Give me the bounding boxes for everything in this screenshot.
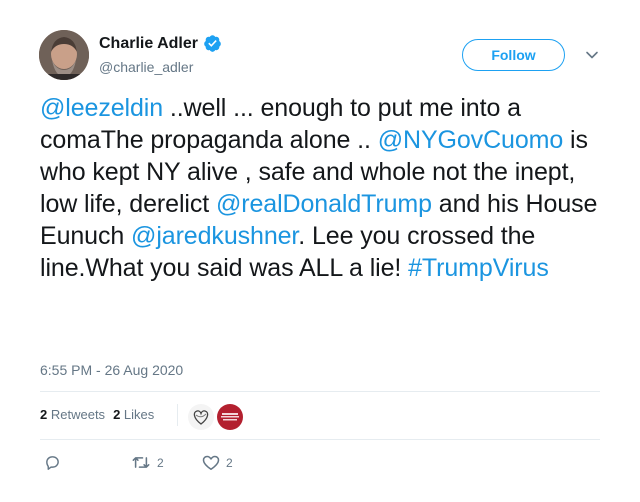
tweet-card: Charlie Adler @charlie_adler Follow @lee…: [0, 0, 640, 502]
likes-count: 2: [113, 407, 121, 422]
user-name[interactable]: Charlie Adler: [99, 35, 198, 53]
tweet-text: @leezeldin ..well ... enough to put me i…: [40, 92, 610, 284]
divider: [177, 404, 178, 426]
like-button[interactable]: 2: [202, 454, 233, 471]
divider: [40, 391, 600, 392]
timestamp[interactable]: 6:55 PM - 26 Aug 2020: [40, 362, 183, 378]
reply-icon: [44, 454, 61, 471]
chevron-down-icon[interactable]: [584, 47, 600, 63]
user-handle[interactable]: @charlie_adler: [99, 59, 193, 75]
avatar[interactable]: [39, 30, 89, 80]
hashtag-link[interactable]: #TrumpVirus: [408, 254, 549, 282]
liker-avatar[interactable]: [187, 403, 215, 431]
retweet-icon: [131, 454, 151, 471]
retweet-count: 2: [157, 455, 164, 470]
retweet-button[interactable]: 2: [131, 454, 164, 471]
mention-link[interactable]: @jaredkushner: [131, 222, 298, 250]
reply-button[interactable]: [44, 454, 61, 471]
like-count: 2: [226, 455, 233, 470]
user-name-row: Charlie Adler: [99, 34, 222, 53]
tweet-actions: 2 2: [40, 454, 340, 474]
likes-stat[interactable]: 2 Likes: [113, 407, 154, 422]
retweets-stat[interactable]: 2 Retweets: [40, 407, 105, 422]
likes-label: Likes: [123, 407, 155, 422]
tweet-stats: 2 Retweets 2 Likes: [40, 407, 154, 422]
retweets-label: Retweets: [50, 407, 106, 422]
liker-avatar[interactable]: [216, 403, 244, 431]
liker-avatars: [187, 403, 244, 431]
follow-button[interactable]: Follow: [462, 39, 565, 71]
heart-icon: [202, 454, 220, 471]
retweets-count: 2: [40, 407, 48, 422]
verified-badge-icon: [203, 34, 222, 53]
mention-link[interactable]: @NYGovCuomo: [378, 126, 564, 154]
mention-link[interactable]: @realDonaldTrump: [216, 190, 432, 218]
divider: [40, 439, 600, 440]
mention-link[interactable]: @leezeldin: [40, 94, 163, 122]
